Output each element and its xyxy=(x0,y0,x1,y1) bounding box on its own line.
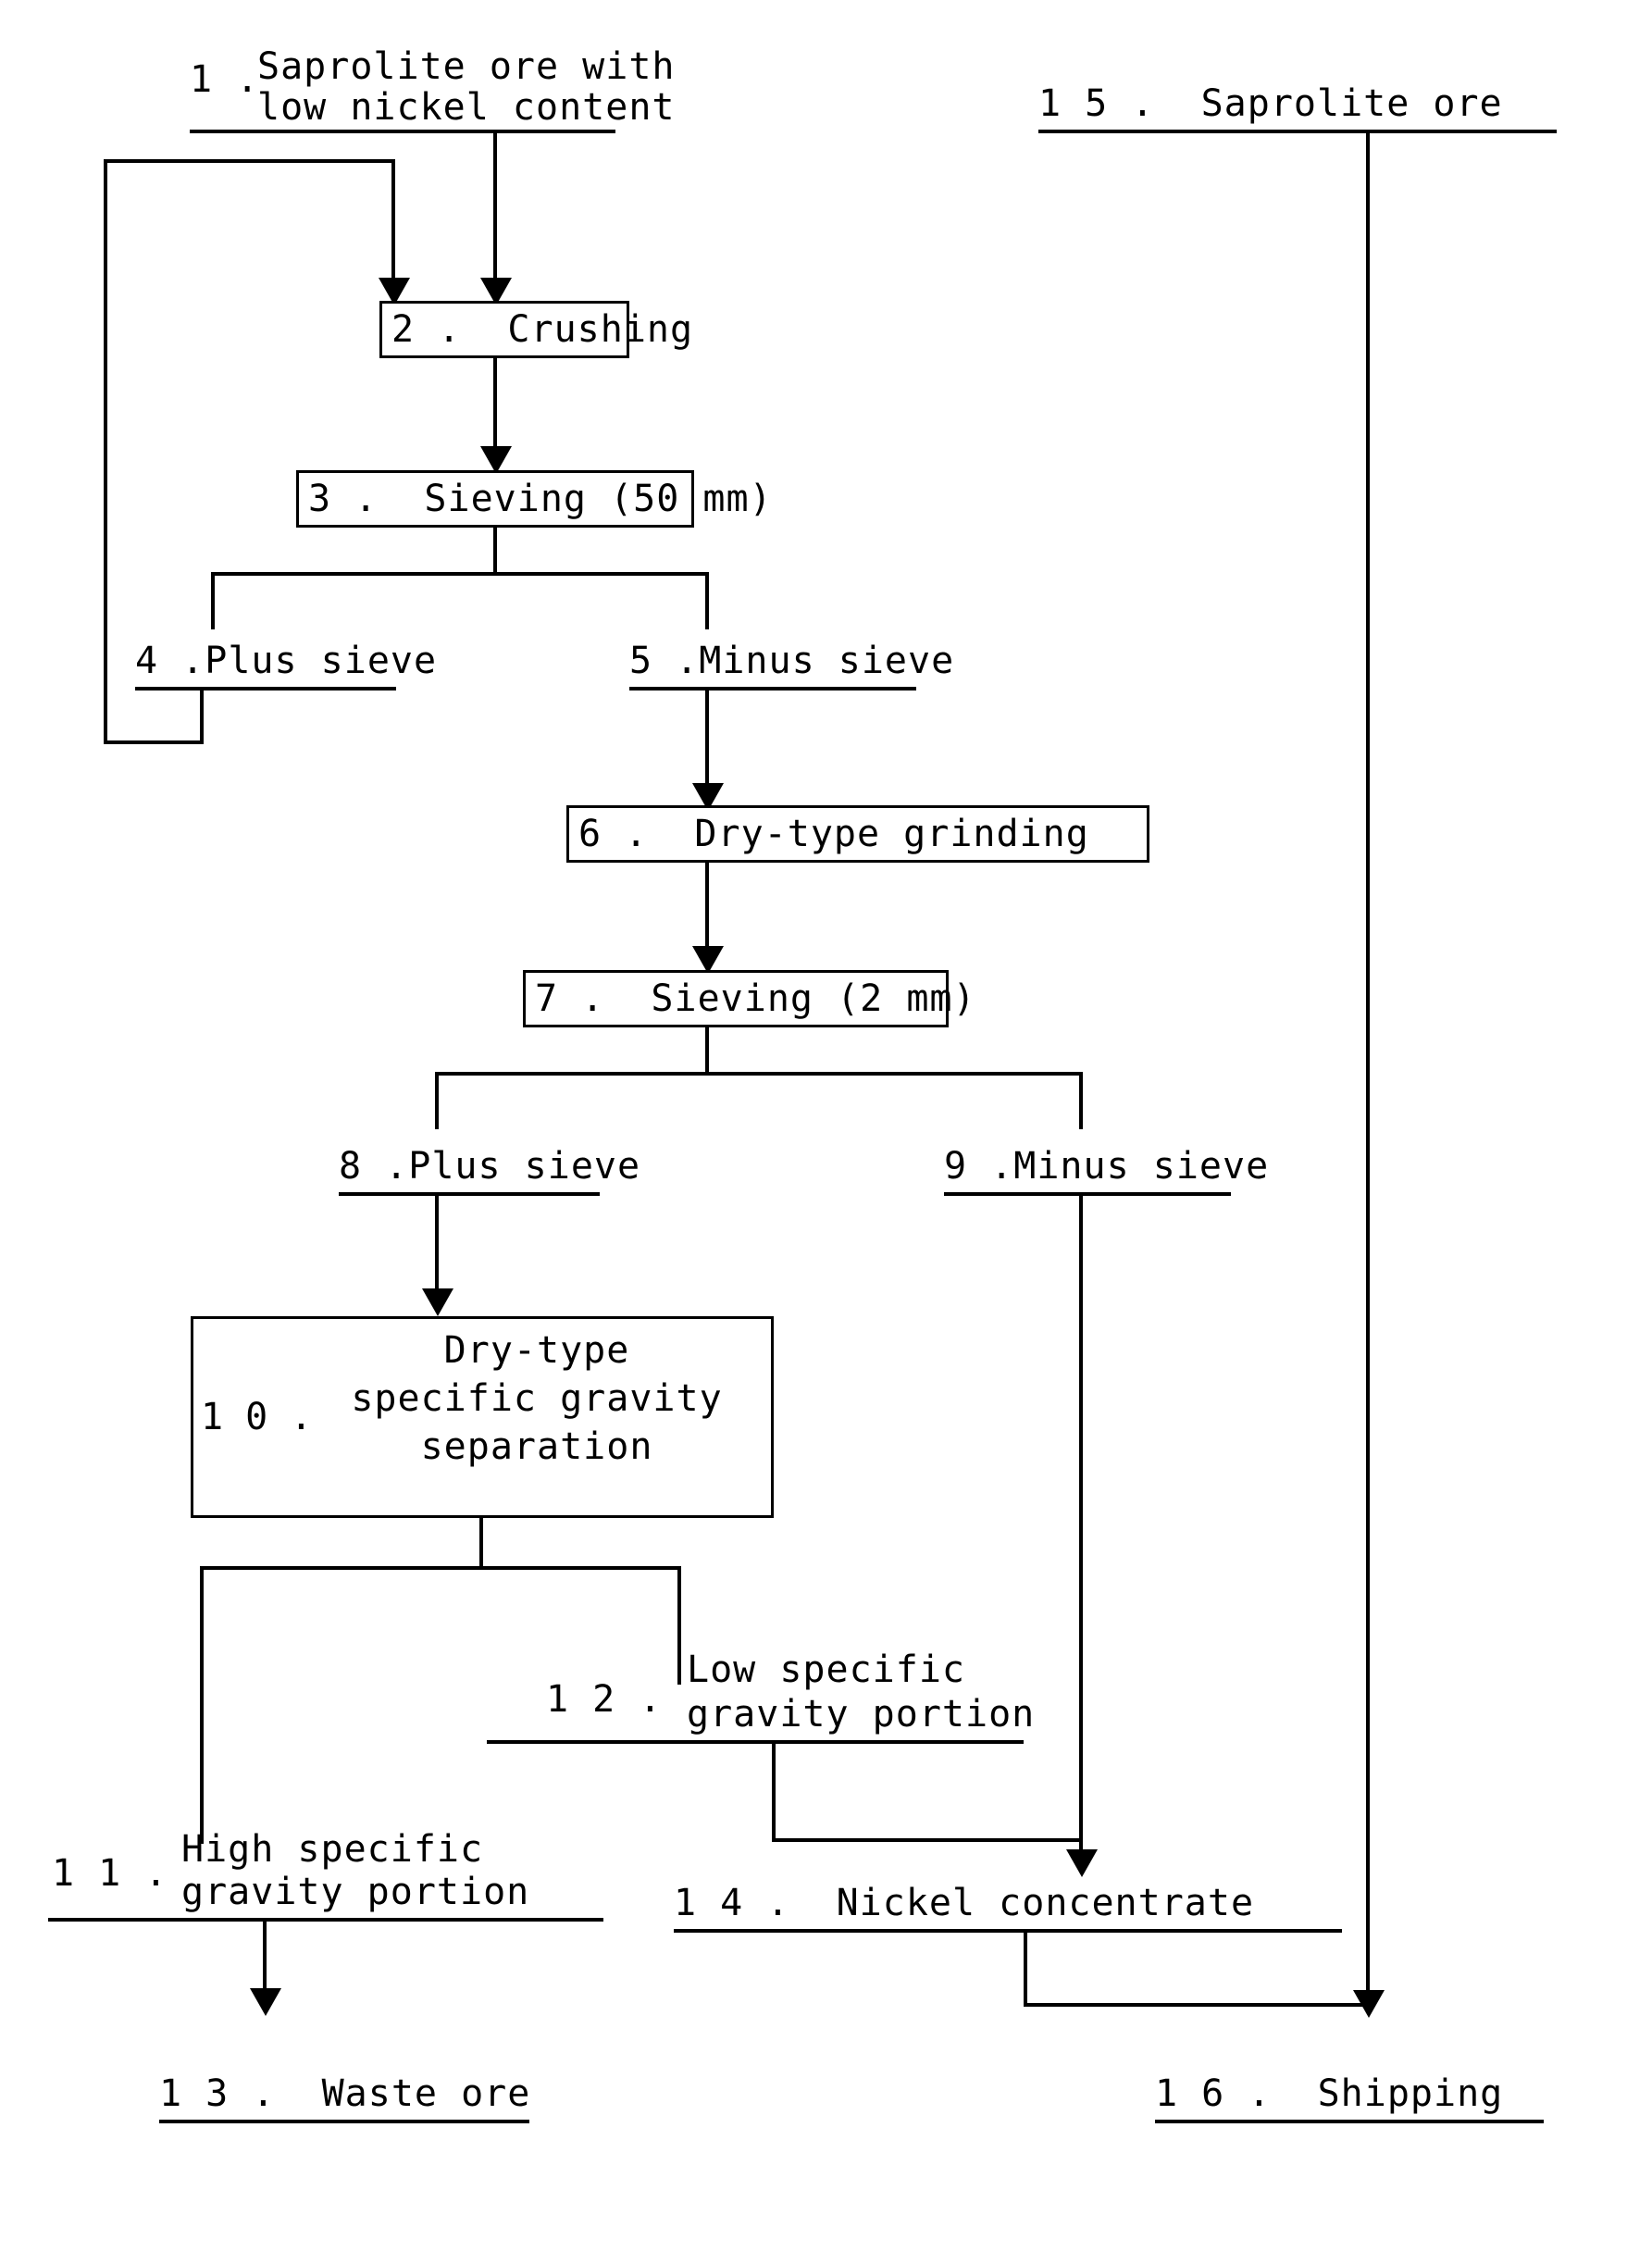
node-10-line1: Dry-type xyxy=(443,1329,630,1372)
node-6-label: 6 . Dry-type grinding xyxy=(578,813,1089,855)
edge-9-to-14 xyxy=(1079,1192,1083,1870)
node-4-label: 4 .Plus sieve xyxy=(135,640,438,682)
edge-7-to-8 xyxy=(435,1072,439,1129)
node-12-line1: Low specific xyxy=(687,1649,965,1691)
node-9-underline xyxy=(944,1192,1231,1196)
edge-10-split-bar xyxy=(200,1566,681,1570)
node-11-line1: High specific xyxy=(181,1828,484,1871)
node-2-label: 2 . Crushing xyxy=(391,308,694,351)
node-11-line2: gravity portion xyxy=(181,1871,530,1913)
node-14-underline xyxy=(674,1929,1342,1933)
edge-7-to-9 xyxy=(1079,1072,1083,1129)
node-13-underline xyxy=(159,2120,529,2123)
node-1-number: 1 . xyxy=(190,58,260,101)
node-15-underline xyxy=(1038,130,1557,133)
edge-12-to-14 xyxy=(772,1838,1083,1842)
edge-10-stem xyxy=(479,1518,483,1570)
node-5-label: 5 .Minus sieve xyxy=(629,640,955,682)
node-8-label: 8 .Plus sieve xyxy=(339,1145,641,1188)
edge-4-recycle-top xyxy=(104,159,394,163)
edge-1-to-2 xyxy=(493,130,497,289)
edge-8-to-10 xyxy=(435,1192,439,1301)
edge-11-to-13-arrowhead xyxy=(250,1988,281,2016)
node-8-underline xyxy=(339,1192,600,1196)
edge-10-to-12 xyxy=(677,1566,681,1685)
node-2-crushing-box: 2 . Crushing xyxy=(379,301,692,358)
node-1-line1: Saprolite ore with xyxy=(257,45,676,88)
edge-8-to-10-arrowhead xyxy=(422,1288,453,1316)
node-13-label: 1 3 . Waste ore xyxy=(159,2072,531,2115)
node-11-number: 1 1 . xyxy=(52,1852,168,1895)
node-16-label: 1 6 . Shipping xyxy=(1155,2072,1504,2115)
node-3-sieving50-box: 3 . Sieving (50 mm) xyxy=(296,470,772,528)
node-1-underline xyxy=(190,130,615,133)
node-7-label: 7 . Sieving (2 mm) xyxy=(535,977,976,1020)
edge-2-to-3 xyxy=(493,358,497,460)
node-10-number: 1 0 . xyxy=(201,1396,313,1438)
node-12-line2: gravity portion xyxy=(687,1693,1036,1736)
edge-3-stem xyxy=(493,528,497,576)
edge-12-drop xyxy=(772,1740,776,1842)
edge-4-recycle-drop xyxy=(391,159,395,289)
node-5-underline xyxy=(629,687,916,691)
node-1-line2: low nickel content xyxy=(257,86,676,129)
node-7-sieving2-box: 7 . Sieving (2 mm) xyxy=(523,970,975,1027)
node-6-grinding-box: 6 . Dry-type grinding xyxy=(566,805,1149,863)
edge-4-recycle-riser xyxy=(200,687,204,744)
node-12-number: 1 2 . xyxy=(546,1678,663,1721)
edge-4-recycle-left xyxy=(104,159,107,744)
node-10-line2: specific gravity xyxy=(351,1377,723,1420)
node-11-underline xyxy=(48,1918,603,1922)
edge-3-to-4 xyxy=(211,572,215,629)
node-9-label: 9 .Minus sieve xyxy=(944,1145,1270,1188)
edge-3-to-5 xyxy=(705,572,709,629)
edge-3-split-bar xyxy=(211,572,709,576)
node-15-label: 1 5 . Saprolite ore xyxy=(1038,82,1503,125)
edge-5-drop xyxy=(705,687,709,798)
edge-14-drop xyxy=(1024,1929,1027,2007)
node-12-underline xyxy=(487,1740,1024,1744)
node-16-underline xyxy=(1155,2120,1544,2123)
node-4-underline xyxy=(135,687,396,691)
edge-7-stem xyxy=(705,1027,709,1076)
edge-14-to-16 xyxy=(1024,2003,1370,2007)
edge-7-split-bar xyxy=(435,1072,1083,1076)
node-10-gravity-separation-box: 1 0 . Dry-type specific gravity separati… xyxy=(191,1316,774,1518)
edge-4-recycle-bottom xyxy=(104,740,204,744)
node-10-line3: separation xyxy=(420,1425,653,1468)
edge-15-to-16-arrowhead xyxy=(1353,1990,1385,2018)
edge-15-to-16 xyxy=(1366,130,1370,2009)
node-3-label: 3 . Sieving (50 mm) xyxy=(308,478,773,520)
edge-10-to-11 xyxy=(200,1566,204,1844)
flowchart-page: 1 . Saprolite ore with low nickel conten… xyxy=(0,0,1652,2252)
node-14-label: 1 4 . Nickel concentrate xyxy=(674,1882,1255,1924)
node-10-lines: Dry-type specific gravity separation xyxy=(303,1319,771,1471)
edge-9-to-14-arrowhead xyxy=(1066,1849,1098,1877)
